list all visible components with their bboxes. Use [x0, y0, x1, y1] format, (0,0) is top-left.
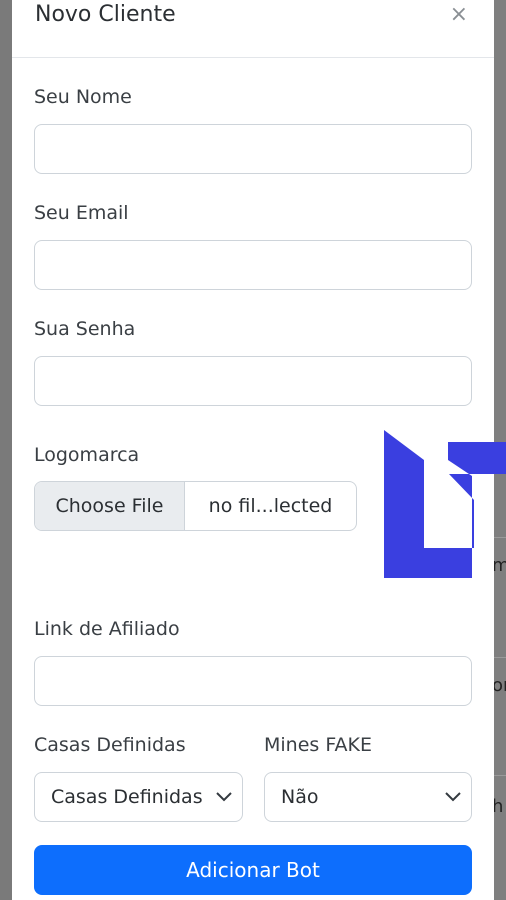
name-label: Seu Nome	[34, 86, 132, 108]
close-button[interactable]: ×	[450, 2, 468, 28]
houses-select[interactable]: Casas Definidas	[34, 772, 243, 822]
affiliate-link-input[interactable]	[34, 656, 472, 706]
mines-fake-label: Mines FAKE	[264, 734, 372, 756]
add-bot-button[interactable]: Adicionar Bot	[34, 845, 472, 895]
logo-file-input[interactable]: Choose File no fil...lected	[34, 481, 357, 531]
mines-fake-select-value: Não	[281, 786, 319, 808]
houses-select-value: Casas Definidas	[51, 786, 203, 808]
backdrop-text-fragment: or	[492, 675, 506, 696]
file-name-text: no fil...lected	[208, 495, 333, 517]
password-input[interactable]	[34, 356, 472, 406]
watermark-logo-icon	[384, 430, 506, 578]
houses-label: Casas Definidas	[34, 734, 186, 756]
choose-file-button[interactable]: Choose File	[35, 482, 185, 530]
modal-header: Novo Cliente ×	[12, 0, 494, 58]
password-label: Sua Senha	[34, 318, 136, 340]
mines-fake-select[interactable]: Não	[264, 772, 472, 822]
modal-title: Novo Cliente	[35, 2, 176, 27]
backdrop-table-divider	[494, 657, 506, 658]
affiliate-link-label: Link de Afiliado	[34, 618, 180, 640]
email-label: Seu Email	[34, 202, 129, 224]
logo-label: Logomarca	[34, 444, 140, 466]
name-input[interactable]	[34, 124, 472, 174]
backdrop-table-divider	[494, 775, 506, 776]
email-input[interactable]	[34, 240, 472, 290]
chevron-down-icon	[435, 773, 471, 821]
chevron-down-icon	[206, 773, 242, 821]
